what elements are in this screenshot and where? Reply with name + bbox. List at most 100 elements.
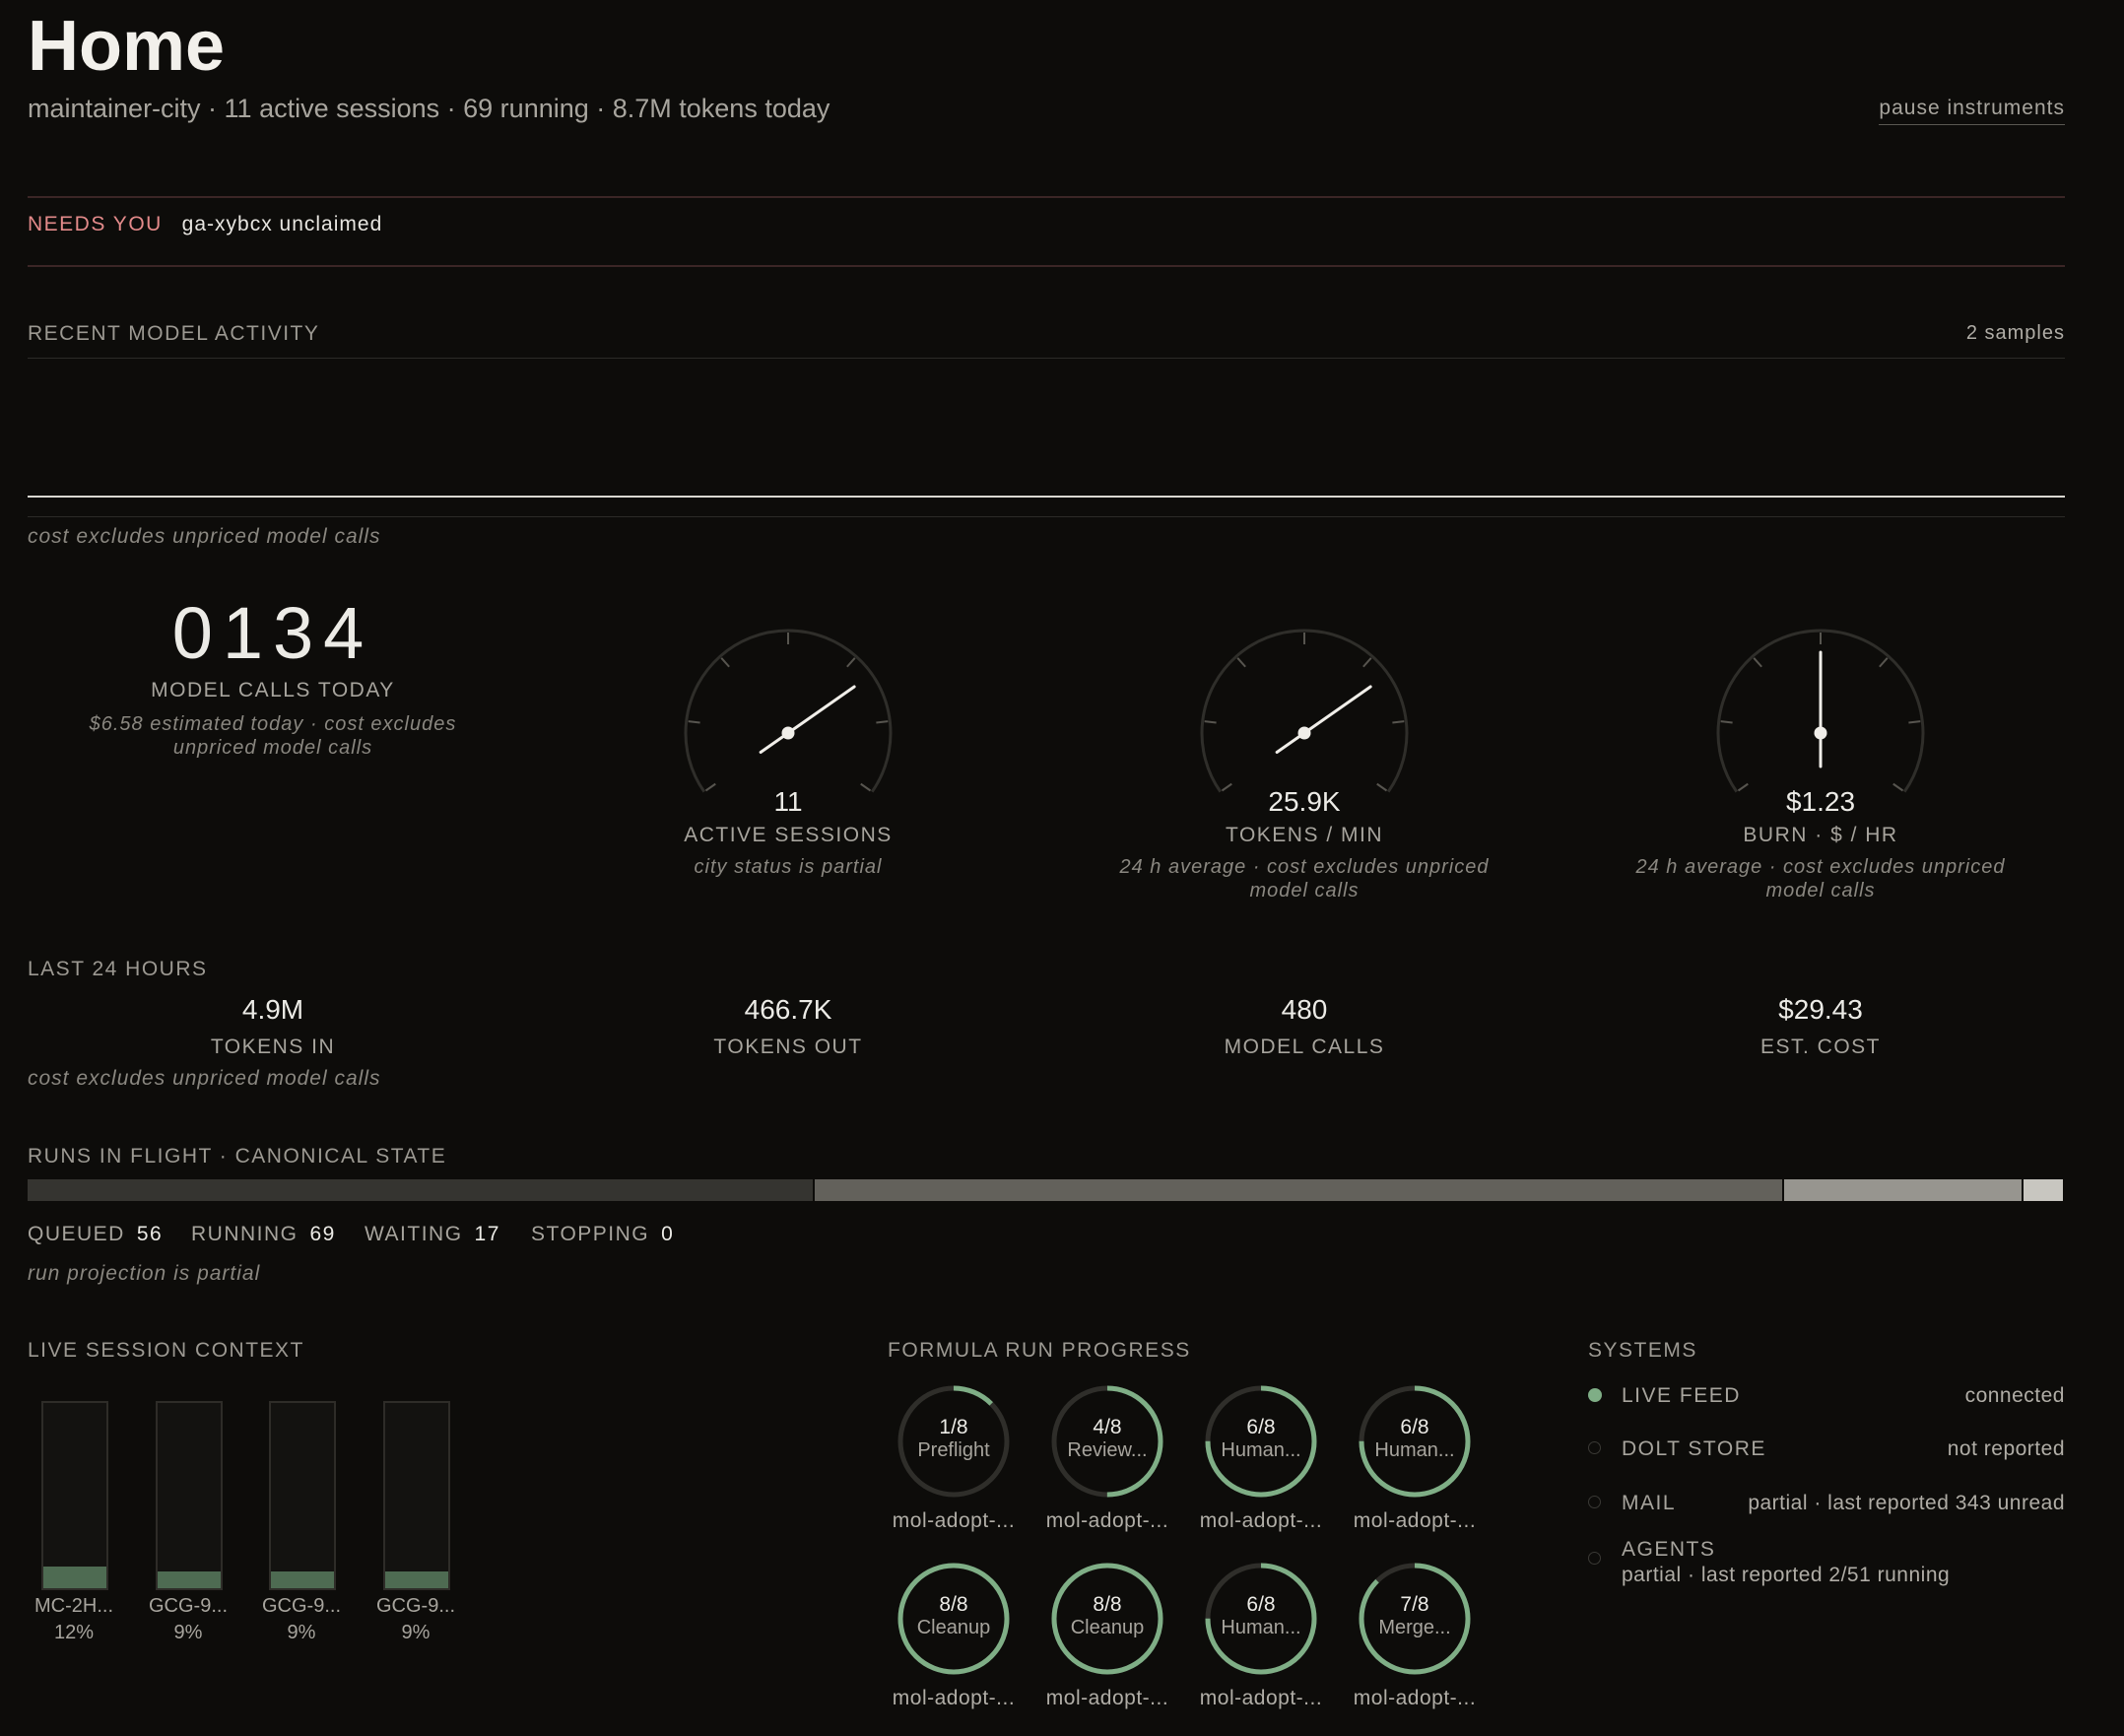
session-context-meter[interactable] bbox=[269, 1401, 336, 1590]
session-context-meter[interactable] bbox=[156, 1401, 223, 1590]
gauge-value: 11 bbox=[773, 786, 803, 817]
formula-run-ring[interactable]: 6/8 Human... bbox=[1203, 1561, 1319, 1677]
session-context-label: GCG-9... 9% bbox=[362, 1593, 470, 1646]
gauge-tick bbox=[1236, 657, 1246, 668]
gauge-tick bbox=[1908, 720, 1921, 724]
system-status: partial · last reported 343 unread bbox=[1748, 1492, 2065, 1514]
last24-value: 466.7K bbox=[744, 994, 832, 1025]
ring-step: Human... bbox=[1221, 1617, 1301, 1638]
session-context-fill bbox=[385, 1571, 448, 1588]
status-dot-icon bbox=[1588, 1388, 1602, 1402]
ring-count: 6/8 bbox=[1400, 1416, 1429, 1438]
ring-step: Human... bbox=[1221, 1439, 1301, 1461]
system-row-dolt-store: DOLT STORE not reported bbox=[1588, 1437, 2065, 1461]
run-stat-value: 0 bbox=[661, 1223, 675, 1245]
gauge-tick bbox=[720, 657, 730, 668]
formula-run-name[interactable]: mol-adopt-... bbox=[1030, 1687, 1184, 1710]
alert-divider-top bbox=[28, 196, 2065, 198]
live-context-title: LIVE SESSION CONTEXT bbox=[28, 1339, 304, 1362]
model-calls-label: MODEL CALLS TODAY bbox=[151, 679, 395, 701]
run-stat-value: 56 bbox=[136, 1223, 164, 1245]
needs-you-banner[interactable]: NEEDS YOU ga-xybcx unclaimed bbox=[28, 213, 382, 236]
gauge-value: 25.9K bbox=[1268, 786, 1341, 817]
status-dot-icon bbox=[1588, 1552, 1601, 1565]
ring-text: 6/8 Human... bbox=[1203, 1561, 1319, 1639]
gauge-arc bbox=[1200, 629, 1409, 793]
ring-text: 4/8 Review... bbox=[1049, 1383, 1165, 1462]
session-context-fill bbox=[43, 1567, 106, 1588]
formula-run-ring[interactable]: 6/8 Human... bbox=[1357, 1383, 1473, 1500]
needs-you-item[interactable]: ga-xybcx unclaimed bbox=[182, 213, 383, 235]
gauge-needle bbox=[759, 685, 856, 755]
pause-instruments-link[interactable]: pause instruments bbox=[1879, 97, 2065, 125]
system-status: connected bbox=[1964, 1384, 2065, 1407]
runs-title: RUNS IN FLIGHT · CANONICAL STATE bbox=[28, 1145, 447, 1168]
run-stat-running: RUNNING 69 bbox=[191, 1223, 336, 1246]
ring-step: Preflight bbox=[917, 1439, 990, 1461]
session-pct: 9% bbox=[173, 1622, 203, 1643]
ring-step: Review... bbox=[1067, 1439, 1148, 1461]
session-context-meter[interactable] bbox=[383, 1401, 450, 1590]
ring-text: 6/8 Human... bbox=[1203, 1383, 1319, 1462]
session-name: GCG-9... bbox=[261, 1595, 341, 1617]
gauge-hub bbox=[1297, 726, 1311, 740]
gauge-dial bbox=[1200, 629, 1409, 793]
system-name: AGENTS bbox=[1622, 1538, 1716, 1561]
formula-run-name[interactable]: mol-adopt-... bbox=[1184, 1687, 1338, 1710]
formula-run-name[interactable]: mol-adopt-... bbox=[1184, 1509, 1338, 1533]
ring-count: 6/8 bbox=[1246, 1416, 1276, 1438]
formula-run-ring[interactable]: 7/8 Merge... bbox=[1357, 1561, 1473, 1677]
formula-run-name[interactable]: mol-adopt-... bbox=[877, 1687, 1030, 1710]
formula-run-ring[interactable]: 1/8 Preflight bbox=[896, 1383, 1012, 1500]
run-stat-label: STOPPING bbox=[531, 1223, 650, 1245]
run-stat-stopping: STOPPING 0 bbox=[531, 1223, 674, 1246]
formula-run-name[interactable]: mol-adopt-... bbox=[1338, 1687, 1492, 1710]
ring-step: Cleanup bbox=[1070, 1617, 1145, 1638]
gauge-label: TOKENS / MIN bbox=[1226, 824, 1383, 846]
formula-run-ring[interactable]: 8/8 Cleanup bbox=[1049, 1561, 1165, 1677]
session-context-fill bbox=[158, 1571, 221, 1588]
gauge-tick bbox=[876, 720, 889, 724]
ring-step: Merge... bbox=[1378, 1617, 1451, 1638]
ring-step: Cleanup bbox=[916, 1617, 991, 1638]
page-title: Home bbox=[28, 7, 226, 86]
run-stat-queued: QUEUED 56 bbox=[28, 1223, 163, 1246]
formula-run-name[interactable]: mol-adopt-... bbox=[1338, 1509, 1492, 1533]
gauge-tick bbox=[1720, 720, 1733, 724]
ring-text: 6/8 Human... bbox=[1357, 1383, 1473, 1462]
ring-step: Human... bbox=[1374, 1439, 1455, 1461]
run-stat-value: 69 bbox=[309, 1223, 336, 1245]
session-context-meter[interactable] bbox=[41, 1401, 108, 1590]
gauge-tick bbox=[688, 720, 700, 724]
gauge-note: 24 h average · cost excludes unpriced mo… bbox=[1119, 856, 1490, 901]
gauge-arc bbox=[684, 629, 893, 793]
gauge-tick bbox=[1362, 657, 1372, 668]
formula-run-ring[interactable]: 6/8 Human... bbox=[1203, 1383, 1319, 1500]
ring-text: 1/8 Preflight bbox=[896, 1383, 1012, 1462]
system-status: partial · last reported 2/51 running bbox=[1622, 1564, 1951, 1586]
ring-text: 7/8 Merge... bbox=[1357, 1561, 1473, 1639]
session-name: MC-2H... bbox=[34, 1595, 113, 1617]
formula-run-name[interactable]: mol-adopt-... bbox=[877, 1509, 1030, 1533]
formula-run-name[interactable]: mol-adopt-... bbox=[1030, 1509, 1184, 1533]
last24-label: MODEL CALLS bbox=[1224, 1035, 1385, 1058]
ring-count: 6/8 bbox=[1246, 1593, 1276, 1616]
last24-stat: 480 MODEL CALLS bbox=[1048, 994, 1560, 1059]
last24-cost-note: cost excludes unpriced model calls bbox=[28, 1067, 381, 1090]
gauge-panel: 25.9K TOKENS / MIN 24 h average · cost exc… bbox=[1048, 619, 1560, 902]
gauge-needle bbox=[1275, 685, 1372, 755]
session-context-label: MC-2H... 12% bbox=[20, 1593, 128, 1646]
status-dot-icon bbox=[1588, 1496, 1601, 1508]
gauge-tick bbox=[1753, 657, 1762, 668]
session-context-fill bbox=[271, 1571, 334, 1588]
activity-sparkline-baseline bbox=[28, 496, 2065, 498]
formula-run-ring[interactable]: 4/8 Review... bbox=[1049, 1383, 1165, 1500]
run-bar-segment-running bbox=[814, 1179, 1783, 1201]
ring-count: 8/8 bbox=[1093, 1593, 1122, 1616]
formula-run-ring[interactable]: 8/8 Cleanup bbox=[896, 1561, 1012, 1677]
alert-divider-bottom bbox=[28, 265, 2065, 267]
gauge-hub bbox=[1814, 726, 1827, 740]
last24-title: LAST 24 HOURS bbox=[28, 958, 208, 980]
gauge-hub bbox=[781, 726, 795, 740]
recent-activity-samples: 2 samples bbox=[1965, 322, 2065, 344]
